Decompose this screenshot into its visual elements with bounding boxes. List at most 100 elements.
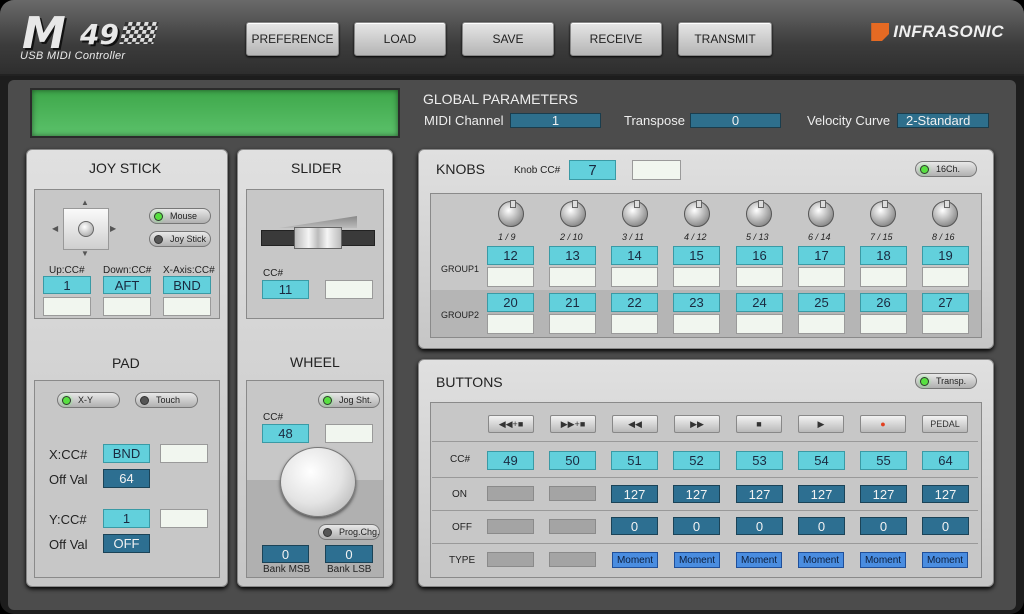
group2-extra-field[interactable]: [549, 314, 596, 334]
group1-extra-field[interactable]: [673, 267, 720, 287]
button-type-selector[interactable]: Moment: [860, 552, 906, 568]
play-button[interactable]: ▶: [798, 415, 844, 433]
xy-mode-toggle[interactable]: X-Y: [57, 392, 120, 408]
wheel-cc-extra-field[interactable]: [325, 424, 373, 443]
fast-forward-button[interactable]: ▶▶: [674, 415, 720, 433]
button-type-selector[interactable]: Moment: [736, 552, 782, 568]
jog-wheel[interactable]: [280, 447, 356, 517]
group1-cc-field[interactable]: 13: [549, 246, 596, 265]
button-cc-field[interactable]: 55: [860, 451, 907, 470]
group1-cc-field[interactable]: 12: [487, 246, 534, 265]
button-off-field[interactable]: 0: [798, 517, 845, 535]
group2-extra-field[interactable]: [798, 314, 845, 334]
knob-2[interactable]: [560, 200, 586, 227]
slider-cc-extra-field[interactable]: [325, 280, 373, 299]
velocity-curve-field[interactable]: 2-Standard: [897, 113, 989, 128]
group1-cc-field[interactable]: 15: [673, 246, 720, 265]
group1-extra-field[interactable]: [487, 267, 534, 287]
transpose-field[interactable]: 0: [690, 113, 781, 128]
transpose-toggle[interactable]: Transp.: [915, 373, 977, 389]
group1-cc-field[interactable]: 14: [611, 246, 658, 265]
group2-extra-field[interactable]: [673, 314, 720, 334]
group2-cc-field[interactable]: 24: [736, 293, 783, 312]
button-off-field[interactable]: 0: [611, 517, 658, 535]
button-cc-field[interactable]: 53: [736, 451, 783, 470]
button-on-field[interactable]: 127: [798, 485, 845, 503]
knob-cc-extra-field[interactable]: [632, 160, 681, 180]
touch-mode-toggle[interactable]: Touch: [135, 392, 198, 408]
button-on-field[interactable]: 127: [922, 485, 969, 503]
down-cc-extra-field[interactable]: [103, 297, 151, 316]
record-button[interactable]: ●: [860, 415, 906, 433]
group2-extra-field[interactable]: [860, 314, 907, 334]
rewind-button[interactable]: ◀◀: [612, 415, 658, 433]
button-off-field[interactable]: 0: [860, 517, 907, 535]
rewind-minus-button[interactable]: ◀◀+■: [488, 415, 534, 433]
group1-cc-field[interactable]: 16: [736, 246, 783, 265]
knob-5[interactable]: [746, 200, 772, 227]
group1-extra-field[interactable]: [860, 267, 907, 287]
button-off-field[interactable]: 0: [922, 517, 969, 535]
bank-lsb-field[interactable]: 0: [325, 545, 373, 563]
button-on-field[interactable]: 127: [611, 485, 658, 503]
group1-extra-field[interactable]: [922, 267, 969, 287]
slider-handle[interactable]: [294, 227, 342, 249]
xaxis-cc-extra-field[interactable]: [163, 297, 211, 316]
pad-y-off-field[interactable]: OFF: [103, 534, 150, 553]
save-button[interactable]: SAVE: [462, 22, 554, 56]
group2-cc-field[interactable]: 23: [673, 293, 720, 312]
button-off-field[interactable]: 0: [736, 517, 783, 535]
pad-x-extra-field[interactable]: [160, 444, 208, 463]
up-cc-field[interactable]: 1: [43, 276, 91, 294]
group2-cc-field[interactable]: 25: [798, 293, 845, 312]
button-cc-field[interactable]: 64: [922, 451, 969, 470]
group1-cc-field[interactable]: 18: [860, 246, 907, 265]
pedal-button[interactable]: PEDAL: [922, 415, 968, 433]
button-on-field[interactable]: 127: [736, 485, 783, 503]
button-type-selector[interactable]: Moment: [922, 552, 968, 568]
group1-cc-field[interactable]: 17: [798, 246, 845, 265]
group2-cc-field[interactable]: 20: [487, 293, 534, 312]
load-button[interactable]: LOAD: [354, 22, 446, 56]
stop-button[interactable]: ■: [736, 415, 782, 433]
knob-8[interactable]: [932, 200, 958, 227]
group1-extra-field[interactable]: [611, 267, 658, 287]
knob-4[interactable]: [684, 200, 710, 227]
button-type-selector[interactable]: Moment: [612, 552, 658, 568]
button-cc-field[interactable]: 51: [611, 451, 658, 470]
button-cc-field[interactable]: 54: [798, 451, 845, 470]
group2-cc-field[interactable]: 21: [549, 293, 596, 312]
knob-3[interactable]: [622, 200, 648, 227]
button-cc-field[interactable]: 52: [673, 451, 720, 470]
button-type-selector[interactable]: Moment: [798, 552, 844, 568]
group2-cc-field[interactable]: 27: [922, 293, 969, 312]
knob-6[interactable]: [808, 200, 834, 227]
button-on-field[interactable]: 127: [860, 485, 907, 503]
wheel-cc-field[interactable]: 48: [262, 424, 309, 443]
preference-button[interactable]: PREFERENCE: [246, 22, 339, 56]
joystick-mode-toggle[interactable]: Joy Stick: [149, 231, 211, 247]
button-cc-field[interactable]: 50: [549, 451, 596, 470]
pad-y-cc-field[interactable]: 1: [103, 509, 150, 528]
jog-shuttle-toggle[interactable]: Jog Sht.: [318, 392, 380, 408]
xaxis-cc-field[interactable]: BND: [163, 276, 211, 294]
program-change-toggle[interactable]: Prog.Chg.: [318, 524, 380, 540]
slider-cc-field[interactable]: 11: [262, 280, 309, 299]
transmit-button[interactable]: TRANSMIT: [678, 22, 772, 56]
button-type-selector[interactable]: Moment: [674, 552, 720, 568]
group2-cc-field[interactable]: 26: [860, 293, 907, 312]
button-cc-field[interactable]: 49: [487, 451, 534, 470]
group2-cc-field[interactable]: 22: [611, 293, 658, 312]
pad-y-extra-field[interactable]: [160, 509, 208, 528]
button-off-field[interactable]: 0: [673, 517, 720, 535]
pad-x-off-field[interactable]: 64: [103, 469, 150, 488]
group1-extra-field[interactable]: [549, 267, 596, 287]
knob-1[interactable]: [498, 200, 524, 227]
forward-plus-button[interactable]: ▶▶+■: [550, 415, 596, 433]
knob-7[interactable]: [870, 200, 896, 227]
group2-extra-field[interactable]: [922, 314, 969, 334]
group2-extra-field[interactable]: [736, 314, 783, 334]
group2-extra-field[interactable]: [611, 314, 658, 334]
group1-extra-field[interactable]: [798, 267, 845, 287]
button-on-field[interactable]: 127: [673, 485, 720, 503]
